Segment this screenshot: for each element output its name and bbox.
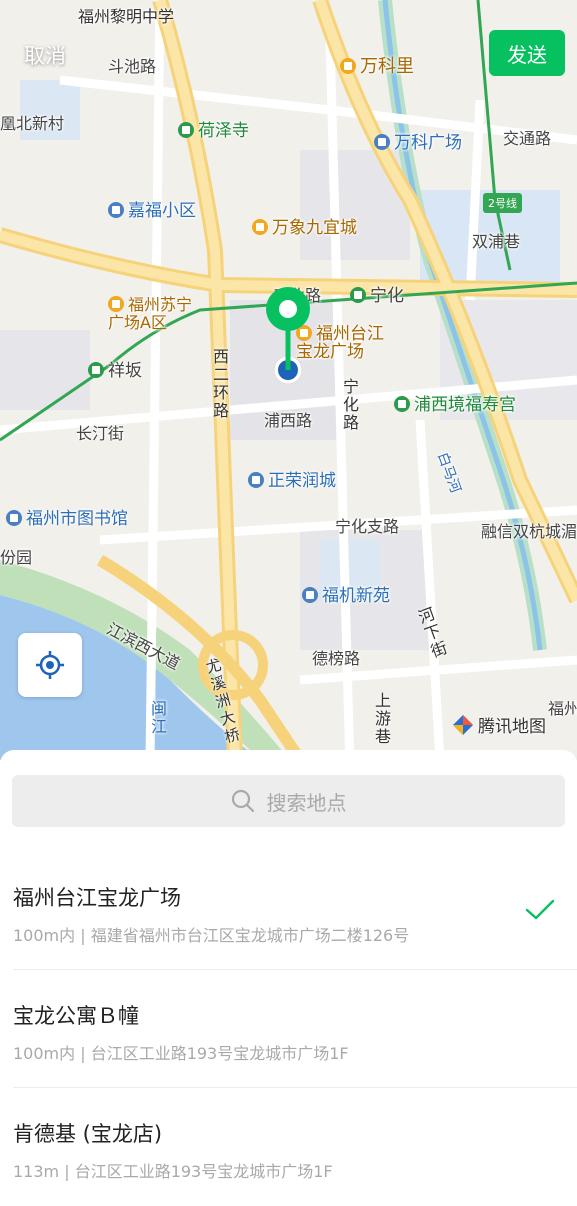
building-pin-icon bbox=[302, 587, 318, 603]
checkmark-icon bbox=[525, 899, 555, 920]
result-subtitle: 100m内 | 福建省福州市台江区宝龙城市广场二楼126号 bbox=[13, 926, 410, 945]
metro-line-2-badge: 2号线 bbox=[483, 193, 522, 213]
map-poi-zhengrongruncheng: 正荣润城 bbox=[248, 472, 336, 490]
map-label-jiaotonglu: 交通路 bbox=[503, 129, 552, 148]
map-poi-fujixinyuan: 福机新苑 bbox=[302, 587, 390, 605]
locate-me-button[interactable] bbox=[18, 633, 82, 697]
metro-station-icon bbox=[350, 287, 366, 303]
search-icon bbox=[231, 789, 254, 813]
library-pin-icon bbox=[6, 510, 22, 526]
map-label-ninghuazhilu: 宁化支路 bbox=[335, 517, 400, 536]
map-station-ninghua: 宁化 bbox=[350, 287, 404, 305]
result-item[interactable]: 福州台江宝龙广场 100m内 | 福建省福州市台江区宝龙城市广场二楼126号 bbox=[0, 852, 577, 970]
temple-pin-icon bbox=[178, 122, 194, 138]
map-label-puxilu: 浦西路 bbox=[264, 411, 313, 430]
map-poi-hezesi: 荷泽寺 bbox=[178, 122, 249, 140]
map-view[interactable]: 福州黎明中学 斗池路 万科里 凰北新村 荷泽寺 万科广场 交通路 2号线 嘉福小… bbox=[0, 0, 577, 760]
map-label-ninghualu: 宁化路 bbox=[342, 377, 359, 432]
map-label-rongxin: 融信双杭城湄 bbox=[481, 522, 577, 541]
location-sheet: 搜索地点 福州台江宝龙广场 100m内 | 福建省福州市台江区宝龙城市广场二楼1… bbox=[0, 750, 577, 1200]
result-title: 宝龙公寓Ｂ幢 bbox=[13, 1004, 139, 1028]
map-label-douchilu: 斗池路 bbox=[108, 57, 157, 76]
map-poi-fushougong: 浦西境福寿宫 bbox=[394, 396, 516, 414]
building-pin-icon bbox=[374, 134, 390, 150]
result-title: 福州台江宝龙广场 bbox=[13, 886, 181, 910]
map-poi-suning: 福州苏宁 广场A区 bbox=[108, 295, 193, 332]
map-poi-wankeli: 万科里 bbox=[340, 58, 414, 76]
metro-station-icon bbox=[88, 362, 104, 378]
crosshair-icon bbox=[36, 651, 64, 679]
building-pin-icon bbox=[108, 202, 124, 218]
result-subtitle: 113m | 台江区工业路193号宝龙城市广场1F bbox=[13, 1162, 333, 1181]
map-label-school: 福州黎明中学 bbox=[78, 7, 175, 26]
tencent-map-logo-icon bbox=[453, 714, 473, 735]
result-item[interactable]: 肯德基 (宝龙店) 113m | 台江区工业路193号宝龙城市广场1F bbox=[0, 1088, 577, 1206]
cancel-button[interactable]: 取消 bbox=[24, 40, 66, 70]
map-label-fuzhou-edge: 福州 bbox=[548, 699, 577, 718]
map-label-shuangpuxiang: 双浦巷 bbox=[472, 232, 521, 251]
map-label-minjiang: 闽江 bbox=[150, 699, 167, 736]
map-poi-jiafuxiaoqu: 嘉福小区 bbox=[108, 202, 196, 220]
shopping-pin-icon bbox=[340, 58, 356, 74]
map-label-fenghuangbeixincun: 凰北新村 bbox=[0, 114, 65, 133]
map-label-xierhuanlu: 西二环路 bbox=[212, 347, 229, 420]
map-poi-wankeguangchang: 万科广场 bbox=[374, 134, 462, 152]
send-button[interactable]: 发送 bbox=[489, 30, 565, 76]
result-title: 肯德基 (宝龙店) bbox=[13, 1122, 163, 1146]
shopping-pin-icon bbox=[108, 296, 124, 312]
result-subtitle: 100m内 | 台江区工业路193号宝龙城市广场1F bbox=[13, 1044, 349, 1063]
search-input[interactable]: 搜索地点 bbox=[12, 775, 565, 827]
map-attribution: 腾讯地图 bbox=[452, 712, 546, 737]
map-station-xiangban: 祥坂 bbox=[88, 362, 142, 380]
map-label-changtingjie: 长汀街 bbox=[76, 424, 125, 443]
map-poi-library: 福州市图书馆 bbox=[6, 510, 128, 528]
temple-pin-icon bbox=[394, 396, 410, 412]
building-pin-icon bbox=[248, 472, 264, 488]
shopping-pin-icon bbox=[252, 219, 268, 235]
search-placeholder: 搜索地点 bbox=[266, 790, 347, 815]
location-pin-icon bbox=[266, 287, 310, 385]
result-item[interactable]: 宝龙公寓Ｂ幢 100m内 | 台江区工业路193号宝龙城市广场1F bbox=[0, 970, 577, 1088]
map-label-gongyuan: 份园 bbox=[0, 548, 33, 567]
map-poi-wanxiang: 万象九宜城 bbox=[252, 219, 357, 237]
map-label-shangyouxiang: 上游巷 bbox=[374, 691, 391, 746]
map-label-debanglu: 德榜路 bbox=[312, 649, 361, 668]
